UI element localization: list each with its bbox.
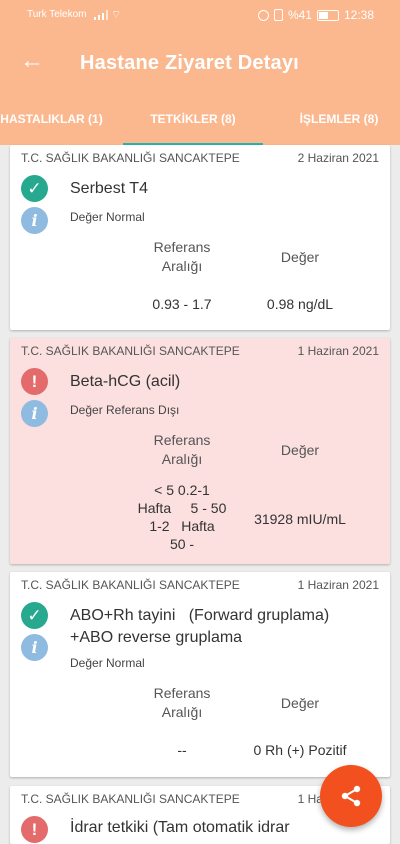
- info-icon[interactable]: i: [21, 400, 48, 427]
- value-note: Değer Referans Dışı: [70, 403, 180, 417]
- test-value: 31928 mIU/mL: [254, 511, 346, 527]
- test-name: ABO+Rh tayini (Forward gruplama) +ABO re…: [70, 607, 330, 646]
- institution-name: T.C. SAĞLIK BAKANLIĞI SANCAKTEPE: [21, 151, 240, 165]
- warning-icon: !: [21, 816, 48, 843]
- page-title: Hastane Ziyaret Detayı: [80, 52, 299, 74]
- carrier-name: Turk Telekom: [27, 9, 87, 20]
- value-header: Değer: [280, 249, 320, 265]
- tab-diseases[interactable]: HASTALIKLAR (1): [0, 96, 123, 145]
- info-icon[interactable]: i: [21, 634, 48, 661]
- share-icon: [341, 785, 361, 807]
- test-card[interactable]: T.C. SAĞLIK BAKANLIĞI SANCAKTEPE 1 Hazir…: [10, 572, 390, 777]
- institution-name: T.C. SAĞLIK BAKANLIĞI SANCAKTEPE: [21, 344, 240, 358]
- tab-tests[interactable]: TETKİKLER (8): [123, 96, 263, 145]
- signal-icon: [94, 10, 108, 20]
- reference-header: Referans Aralığı: [153, 239, 211, 274]
- warning-icon: !: [21, 368, 48, 395]
- test-name: Serbest T4: [70, 180, 148, 197]
- test-date: 1 Haziran 2021: [297, 578, 379, 592]
- status-right: %41 12:38: [257, 8, 374, 22]
- test-name: Beta-hCG (acil): [70, 373, 181, 390]
- reference-header: Referans Aralığı: [153, 685, 211, 720]
- battery-icon: [316, 9, 339, 21]
- check-icon: ✓: [21, 602, 48, 629]
- reference-range: --: [177, 742, 187, 758]
- reference-range: 0.93 - 1.7: [152, 296, 212, 312]
- reference-range: < 5 0.2-1 Hafta 5 - 50 1-2 Hafta 50 -: [137, 482, 227, 552]
- arrow-left-icon[interactable]: ←: [18, 44, 46, 78]
- share-button[interactable]: [320, 765, 382, 827]
- status-bar: Turk Telekom ⌔ %41 12:38: [0, 0, 400, 30]
- test-value: 0.98 ng/dL: [266, 296, 334, 312]
- test-card[interactable]: T.C. SAĞLIK BAKANLIĞI SANCAKTEPE 2 Hazir…: [10, 145, 390, 330]
- check-icon: ✓: [21, 175, 48, 202]
- battery-percent: %41: [287, 8, 312, 22]
- app-bar: Turk Telekom ⌔ %41 12:38 ← Hastane Ziyar…: [0, 0, 400, 146]
- test-value: 0 Rh (+) Pozitif: [253, 742, 347, 758]
- value-note: Değer Normal: [70, 656, 145, 670]
- value-header: Değer: [280, 695, 320, 711]
- clock: 12:38: [343, 8, 374, 22]
- value-header: Değer: [280, 442, 320, 458]
- wifi-icon: ⌔: [111, 9, 122, 21]
- institution-name: T.C. SAĞLIK BAKANLIĞI SANCAKTEPE: [21, 792, 240, 806]
- vibrate-icon: [273, 9, 283, 21]
- info-icon[interactable]: i: [21, 207, 48, 234]
- institution-name: T.C. SAĞLIK BAKANLIĞI SANCAKTEPE: [21, 578, 240, 592]
- tab-bar: HASTALIKLAR (1) TETKİKLER (8) İŞLEMLER (…: [0, 96, 400, 145]
- alarm-icon: [257, 9, 269, 21]
- test-card[interactable]: T.C. SAĞLIK BAKANLIĞI SANCAKTEPE 1 Hazir…: [10, 338, 390, 564]
- value-note: Değer Normal: [70, 210, 145, 224]
- reference-header: Referans Aralığı: [153, 432, 211, 467]
- test-name: İdrar tetkiki (Tam otomatik idrar: [70, 819, 290, 836]
- test-date: 1 Haziran 2021: [297, 344, 379, 358]
- tab-procedures[interactable]: İŞLEMLER (8): [263, 96, 400, 145]
- toolbar: ← Hastane Ziyaret Detayı: [0, 30, 400, 96]
- test-date: 2 Haziran 2021: [297, 151, 379, 165]
